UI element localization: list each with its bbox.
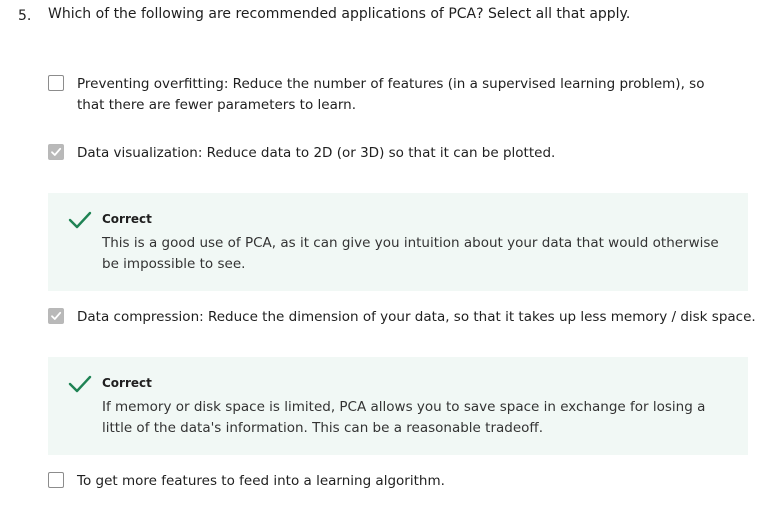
option-label: To get more features to feed into a lear…	[77, 473, 445, 489]
checkbox-unchecked[interactable]	[48, 75, 64, 91]
checkbox-checked[interactable]	[48, 144, 64, 160]
checkbox-unchecked[interactable]	[48, 472, 64, 488]
feedback-correct: Correct This is a good use of PCA, as it…	[48, 193, 748, 291]
feedback-correct: Correct If memory or disk space is limit…	[48, 357, 748, 455]
feedback-text: This is a good use of PCA, as it can giv…	[102, 235, 719, 272]
feedback-text: If memory or disk space is limited, PCA …	[102, 399, 706, 436]
option-label: Data visualization: Reduce data to 2D (o…	[77, 145, 556, 161]
feedback-title: Correct	[102, 376, 152, 390]
question-number: 5.	[18, 8, 32, 24]
feedback-title: Correct	[102, 212, 152, 226]
checkmark-icon	[68, 375, 92, 393]
option-label: Data compression: Reduce the dimension o…	[77, 309, 756, 325]
checkmark-icon	[68, 211, 92, 229]
question-text: Which of the following are recommended a…	[48, 6, 631, 22]
check-icon	[51, 311, 62, 320]
check-icon	[51, 147, 62, 156]
option-label: Preventing overfitting: Reduce the numbe…	[77, 76, 705, 113]
checkbox-checked[interactable]	[48, 308, 64, 324]
